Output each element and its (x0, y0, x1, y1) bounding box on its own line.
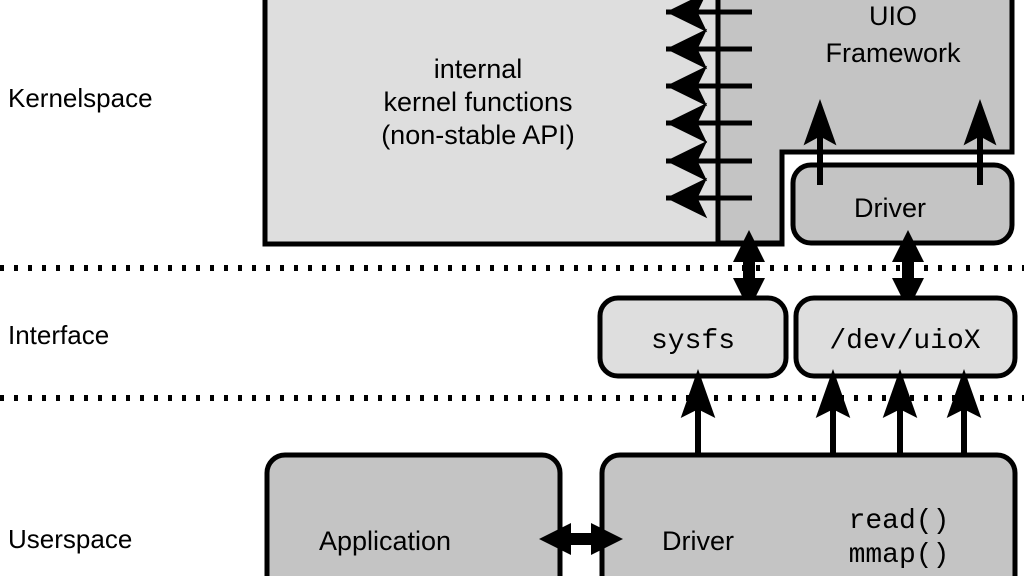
diagram-canvas: internal kernel functions (non-stable AP… (0, 0, 1024, 576)
kernel-functions-line-3: (non-stable API) (381, 120, 575, 150)
application-label: Application (319, 526, 451, 556)
kernel-functions-line-2: kernel functions (383, 87, 572, 117)
userspace-driver-box[interactable]: Driver read() mmap() (599, 452, 1018, 576)
userspace-to-uiox-arrow (946, 368, 982, 460)
userspace-to-sysfs-arrow (680, 368, 716, 460)
userspace-to-uiox-arrow (815, 368, 851, 460)
uio-framework-line-1: UIO (869, 1, 917, 31)
userspace-to-uiox-arrow (882, 368, 918, 460)
syscall-read-label: read() (849, 506, 950, 537)
syscall-mmap-label: mmap() (849, 540, 950, 571)
dev-uiox-box[interactable]: /dev/uioX (793, 295, 1018, 379)
layer-label-kernelspace: Kernelspace (8, 83, 153, 113)
userspace-to-interface-arrows (680, 368, 982, 460)
userspace-driver-label: Driver (662, 526, 734, 556)
application-box[interactable]: Application (264, 452, 563, 576)
layer-label-userspace: Userspace (8, 524, 132, 554)
kernel-driver-label: Driver (854, 193, 926, 223)
dev-uiox-label: /dev/uioX (829, 326, 980, 357)
sysfs-label: sysfs (651, 326, 735, 357)
kernel-functions-line-1: internal (434, 54, 523, 84)
layer-label-interface: Interface (8, 320, 109, 350)
sysfs-box[interactable]: sysfs (597, 295, 789, 379)
uio-framework-line-2: Framework (825, 38, 961, 68)
